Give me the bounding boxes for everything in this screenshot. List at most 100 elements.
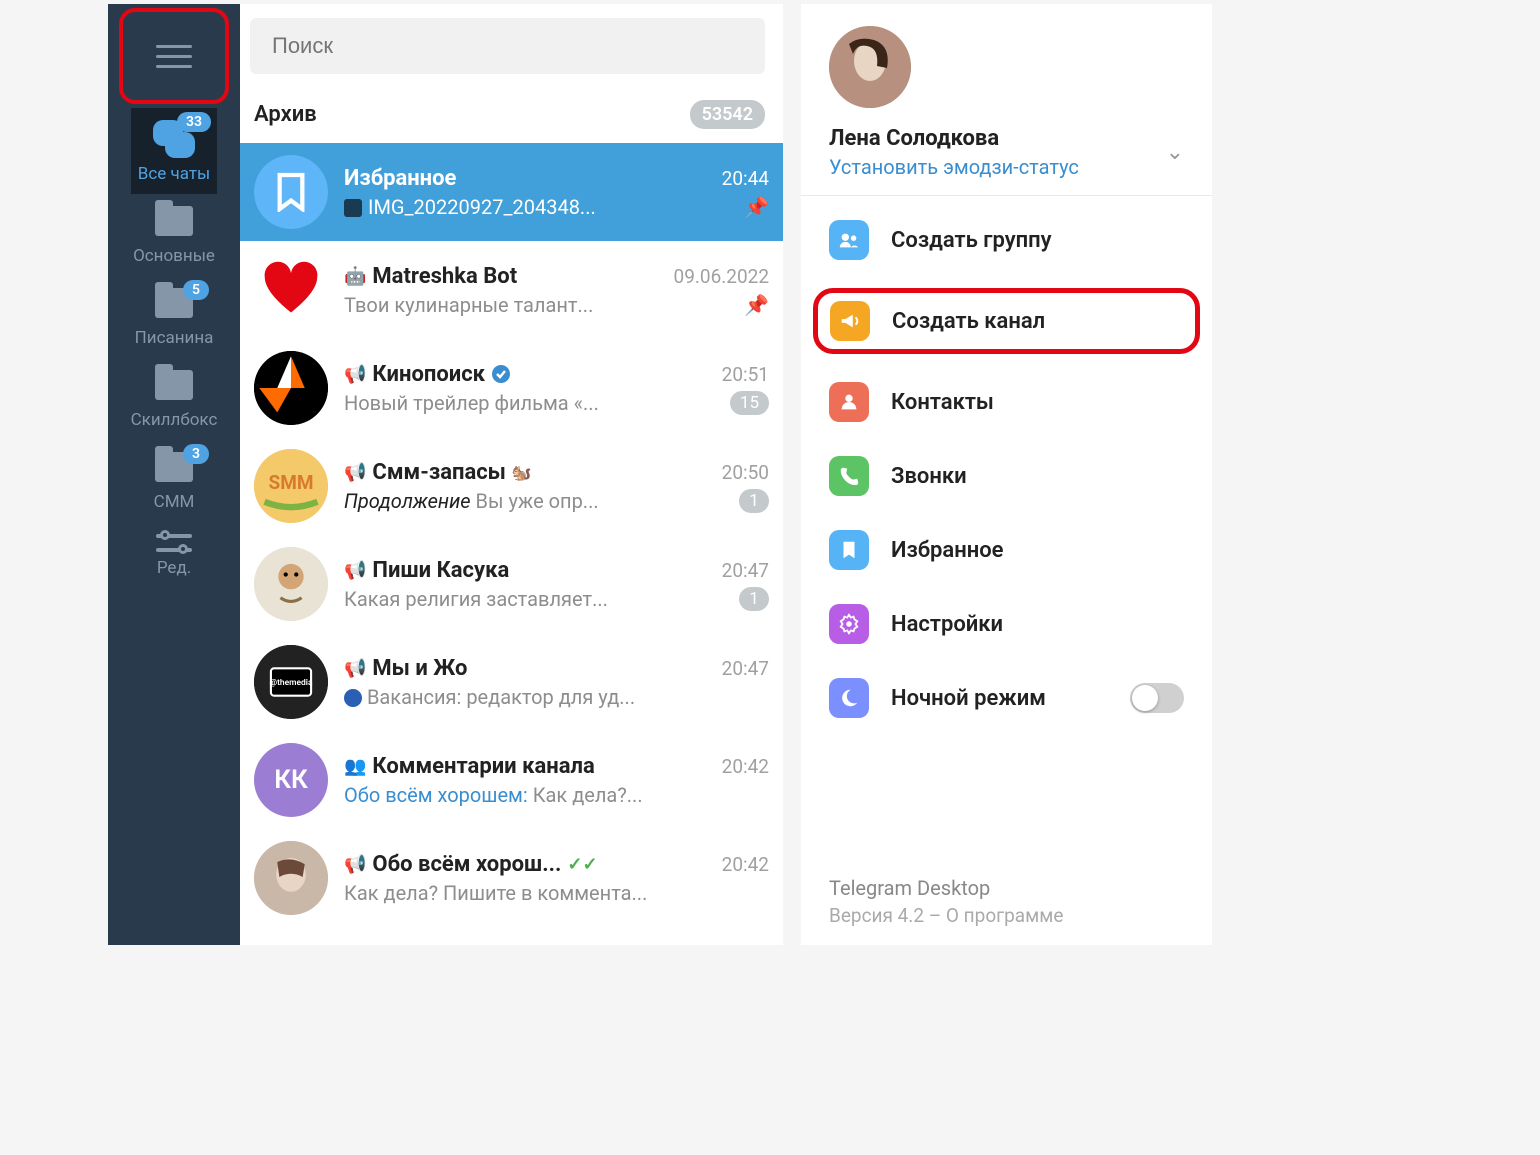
chat-preview: Как дела? Пишите в коммента... bbox=[344, 881, 769, 905]
chat-row[interactable]: КК👥 Комментарии канала 20:42Обо всём хор… bbox=[240, 731, 783, 829]
chat-row[interactable]: 📢 Кинопоиск 20:51Новый трейлер фильма «.… bbox=[240, 339, 783, 437]
bookmark-icon bbox=[829, 530, 869, 570]
chat-preview: Обо всём хорошем: Как дела?... bbox=[344, 783, 769, 807]
chat-name: Комментарии канала bbox=[372, 754, 594, 779]
sidebar-tab[interactable]: Основные bbox=[131, 194, 218, 276]
chat-time: 20:42 bbox=[722, 853, 769, 876]
menu-item[interactable]: Звонки bbox=[819, 450, 1194, 502]
unread-badge: 15 bbox=[730, 391, 769, 415]
avatar bbox=[254, 253, 328, 327]
tab-label: Все чаты bbox=[138, 164, 210, 184]
tab-label: Писанина bbox=[135, 328, 214, 348]
chevron-down-icon[interactable]: ⌄ bbox=[1166, 140, 1184, 165]
unread-badge: 1 bbox=[739, 587, 769, 611]
tab-badge: 33 bbox=[177, 112, 211, 132]
chat-preview: IMG_20220927_204348... bbox=[344, 195, 736, 219]
sidebar-tab[interactable]: 33 Все чаты bbox=[131, 108, 218, 194]
pin-icon: 📌 bbox=[744, 293, 769, 317]
app-version[interactable]: Версия 4.2 – О программе bbox=[829, 904, 1184, 927]
chat-name: Смм-запасы bbox=[372, 460, 505, 485]
bot-icon: 🤖 bbox=[344, 266, 366, 287]
avatar bbox=[254, 547, 328, 621]
svg-text:SMM: SMM bbox=[268, 471, 313, 494]
menu-item[interactable]: Ночной режим bbox=[819, 672, 1194, 724]
app-name: Telegram Desktop bbox=[829, 876, 1184, 900]
folder-icon bbox=[155, 206, 193, 236]
read-checks-icon: ✓✓ bbox=[567, 854, 597, 875]
chat-preview: Твои кулинарные талант... bbox=[344, 293, 736, 317]
night-mode-toggle[interactable] bbox=[1130, 683, 1184, 713]
tab-label: СММ bbox=[154, 492, 195, 512]
hamburger-icon bbox=[156, 45, 192, 68]
menu-item[interactable]: Настройки bbox=[819, 598, 1194, 650]
chat-name: Мы и Жо bbox=[372, 656, 467, 681]
avatar bbox=[254, 351, 328, 425]
menu-label: Звонки bbox=[891, 464, 967, 489]
channel-icon: 📢 bbox=[344, 364, 366, 385]
app-footer: Telegram Desktop Версия 4.2 – О программ… bbox=[801, 862, 1212, 945]
chat-row[interactable]: 🤖 Matreshka Bot 09.06.2022 Твои кулинарны… bbox=[240, 241, 783, 339]
menu-item[interactable]: Избранное bbox=[819, 524, 1194, 576]
chat-row[interactable]: Избранное 20:44IMG_20220927_204348...📌 bbox=[240, 143, 783, 241]
main-menu-button[interactable] bbox=[119, 8, 229, 104]
tab-label: Ред. bbox=[157, 558, 191, 578]
moon-icon bbox=[829, 678, 869, 718]
tab-label: Основные bbox=[133, 246, 215, 266]
chat-preview: Какая религия заставляет... bbox=[344, 587, 731, 611]
unread-badge: 1 bbox=[739, 489, 769, 513]
thumbnail-icon bbox=[344, 199, 362, 217]
chat-row[interactable]: 📢 Пиши Касука 20:47 Какая религия заставл… bbox=[240, 535, 783, 633]
group-icon: 👥 bbox=[344, 756, 366, 777]
chat-time: 09.06.2022 bbox=[674, 265, 769, 288]
archive-row[interactable]: Архив 53542 bbox=[240, 88, 783, 143]
chat-name: Matreshka Bot bbox=[372, 264, 517, 289]
avatar bbox=[254, 155, 328, 229]
emoji-circle bbox=[344, 689, 362, 707]
menu-label: Создать канал bbox=[892, 309, 1045, 334]
phone-icon bbox=[829, 456, 869, 496]
chat-name: Кинопоиск bbox=[372, 362, 485, 387]
chat-time: 20:50 bbox=[722, 461, 769, 484]
channel-icon: 📢 bbox=[344, 658, 366, 679]
chat-name: Обо всём хорош... bbox=[372, 852, 561, 877]
megaphone-icon bbox=[830, 301, 870, 341]
channel-icon: 📢 bbox=[344, 560, 366, 581]
sidebar-tab[interactable]: Ред. bbox=[131, 522, 218, 588]
chat-row[interactable]: @themedia📢 Мы и Жо 20:47 Вакансия: редак… bbox=[240, 633, 783, 731]
sidebar-tab[interactable]: 3 СММ bbox=[131, 440, 218, 522]
channel-icon: 📢 bbox=[344, 854, 366, 875]
menu-label: Ночной режим bbox=[891, 686, 1046, 711]
chat-time: 20:47 bbox=[722, 559, 769, 582]
chat-time: 20:42 bbox=[722, 755, 769, 778]
chat-preview: Новый трейлер фильма «... bbox=[344, 391, 722, 415]
group-icon bbox=[829, 220, 869, 260]
chat-preview: Вакансия: редактор для уд... bbox=[344, 685, 769, 709]
main-menu-panel: Лена Солодкова Установить эмодзи-статус … bbox=[801, 4, 1212, 945]
tab-badge: 3 bbox=[183, 444, 209, 464]
chat-name: Избранное bbox=[344, 166, 456, 191]
chat-list-panel: Архив 53542 Избранное 20:44IMG_20220927_… bbox=[240, 4, 783, 945]
menu-item[interactable]: Создать канал bbox=[813, 288, 1200, 354]
search-input[interactable] bbox=[250, 18, 765, 74]
sidebar-tab[interactable]: Скиллбокс bbox=[131, 358, 218, 440]
chat-row[interactable]: SMM📢 Смм-запасы🐿️ 20:50Продолжение Вы уж… bbox=[240, 437, 783, 535]
chat-time: 20:51 bbox=[722, 363, 769, 386]
menu-label: Настройки bbox=[891, 612, 1003, 637]
chat-row[interactable]: 📢 Обо всём хорош... ✓✓ 20:42 Как дела? Пиш… bbox=[240, 829, 783, 927]
avatar bbox=[254, 841, 328, 915]
menu-item[interactable]: Контакты bbox=[819, 376, 1194, 428]
sliders-icon bbox=[156, 534, 192, 552]
archive-count: 53542 bbox=[690, 100, 765, 129]
tab-label: Скиллбокс bbox=[131, 410, 218, 430]
profile-name: Лена Солодкова bbox=[829, 126, 1079, 151]
menu-item[interactable]: Создать группу bbox=[819, 214, 1194, 266]
sidebar-tab[interactable]: 5Писанина bbox=[131, 276, 218, 358]
profile-avatar bbox=[829, 26, 911, 108]
folders-sidebar: 33 Все чаты Основные 5Писанина Скиллбокс 3 СММ… bbox=[108, 4, 240, 945]
person-icon bbox=[829, 382, 869, 422]
emoji: 🐿️ bbox=[512, 463, 532, 482]
menu-label: Создать группу bbox=[891, 228, 1052, 253]
emoji-status-link[interactable]: Установить эмодзи-статус bbox=[829, 155, 1079, 179]
chat-name: Пиши Касука bbox=[372, 558, 509, 583]
profile-block[interactable]: Лена Солодкова Установить эмодзи-статус … bbox=[801, 4, 1212, 196]
